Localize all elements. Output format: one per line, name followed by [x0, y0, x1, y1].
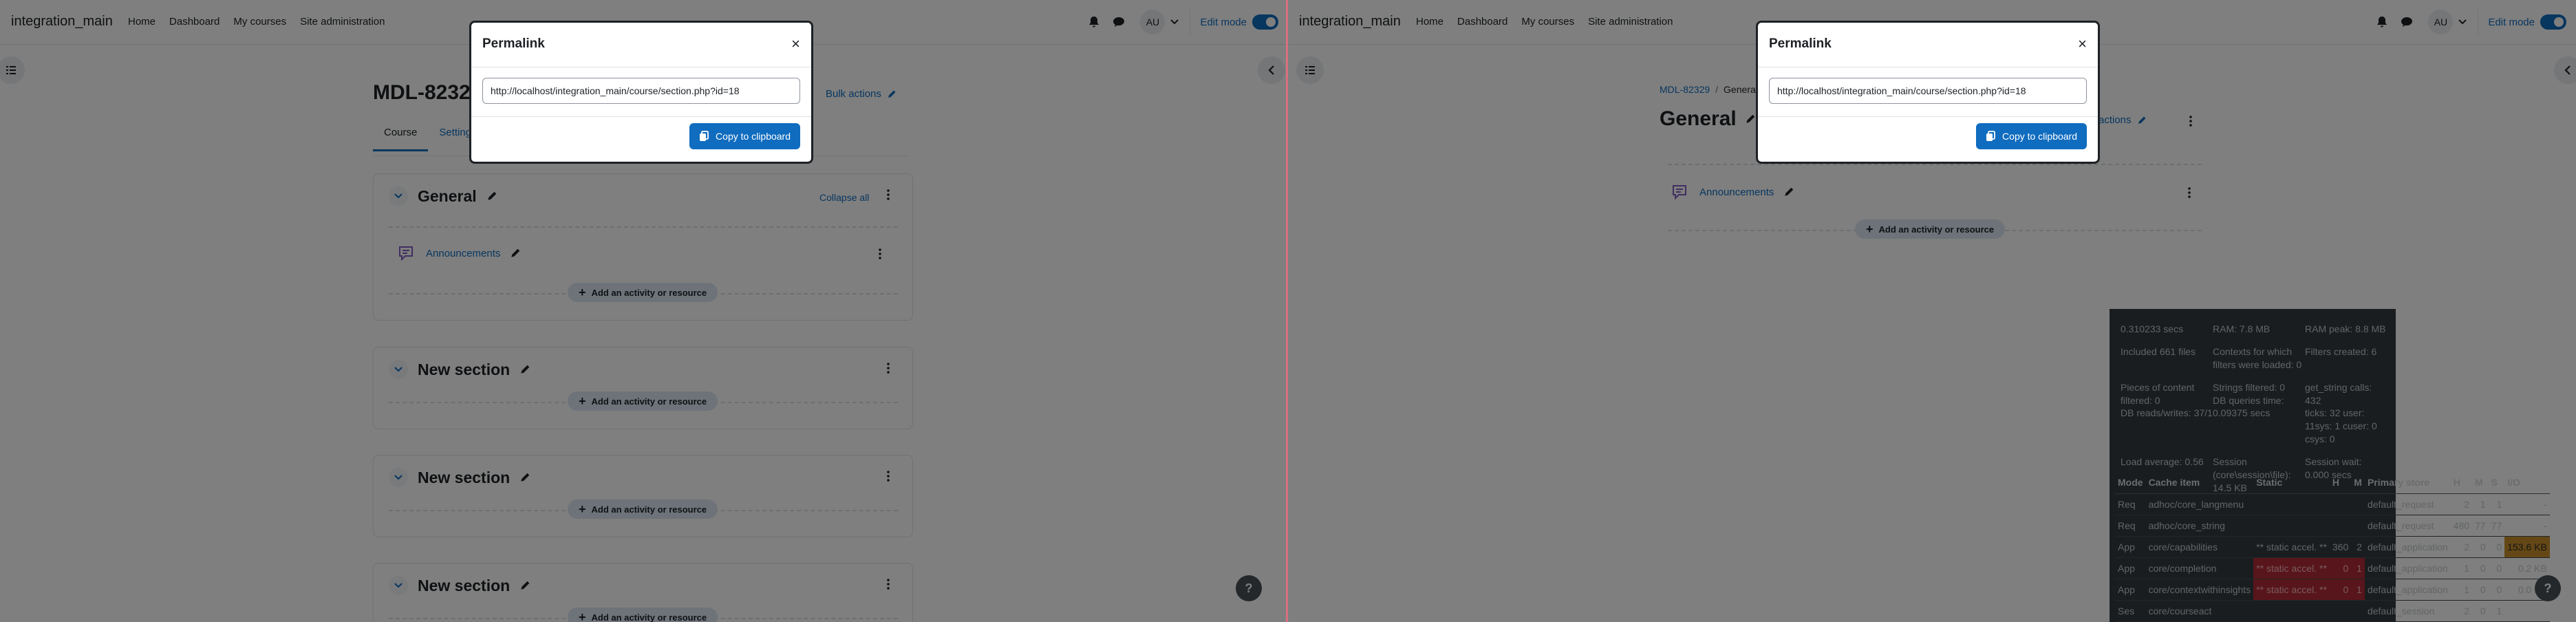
window-divider	[1286, 0, 1288, 622]
copy-to-clipboard-button[interactable]: Copy to clipboard	[689, 123, 800, 149]
modal-divider	[471, 116, 811, 117]
close-icon[interactable]: ×	[791, 35, 800, 53]
close-icon[interactable]: ×	[2078, 35, 2087, 53]
copy-icon	[700, 131, 709, 141]
permalink-modal: Permalink × Copy to clipboard	[1756, 21, 2100, 164]
copy-button-label: Copy to clipboard	[716, 131, 791, 142]
permalink-url-field[interactable]	[1769, 78, 2087, 104]
copy-to-clipboard-button[interactable]: Copy to clipboard	[1976, 123, 2087, 149]
copy-icon	[1986, 131, 1995, 141]
permalink-url-field[interactable]	[482, 78, 800, 104]
permalink-modal: Permalink × Copy to clipboard	[469, 21, 813, 164]
modal-title: Permalink	[1769, 36, 1832, 51]
modal-title: Permalink	[482, 36, 545, 51]
modal-divider	[1758, 116, 2098, 117]
copy-button-label: Copy to clipboard	[2002, 131, 2077, 142]
right-window: integration_main Home Dashboard My cours…	[1288, 0, 2576, 622]
left-window: integration_main Home Dashboard My cours…	[0, 0, 1288, 622]
